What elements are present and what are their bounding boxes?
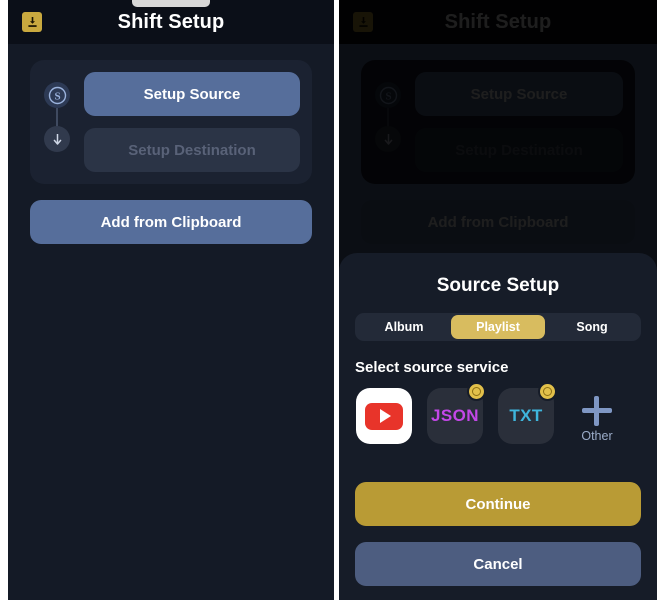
sheet-action-buttons: Continue Cancel: [355, 482, 641, 600]
status-notch: [132, 0, 210, 7]
setup-card: S Setup Source Setup Destination: [30, 60, 312, 184]
add-from-clipboard-button[interactable]: Add from Clipboard: [30, 200, 312, 244]
download-tray-icon[interactable]: [22, 12, 42, 32]
cancel-button[interactable]: Cancel: [355, 542, 641, 586]
select-source-service-label: Select source service: [355, 359, 509, 376]
service-option-youtube[interactable]: [355, 388, 413, 444]
service-picker: JSON TXT Other: [355, 382, 641, 444]
play-triangle-icon: [380, 409, 391, 423]
svg-text:S: S: [54, 90, 60, 102]
segment-song[interactable]: Song: [545, 315, 639, 339]
content-type-segmented-control[interactable]: Album Playlist Song: [355, 313, 641, 341]
source-circle-s-icon: S: [44, 82, 70, 108]
service-option-json[interactable]: JSON: [426, 382, 486, 444]
plus-icon: [582, 396, 612, 426]
other-label: Other: [581, 429, 613, 443]
continue-button[interactable]: Continue: [355, 482, 641, 526]
setup-rail: S: [40, 72, 74, 172]
screenshot-root: Shift Setup S Setup Source Setup Destina…: [0, 0, 660, 600]
youtube-icon: [356, 388, 412, 444]
sheet-title: Source Setup: [436, 275, 560, 296]
arrow-down-circle-icon: [44, 126, 70, 152]
phone-screen-left: Shift Setup S Setup Source Setup Destina…: [8, 0, 334, 600]
segment-playlist[interactable]: Playlist: [451, 315, 545, 339]
screen-content-left: S Setup Source Setup Destination Add fro…: [8, 44, 334, 244]
youtube-play-glyph: [365, 402, 403, 430]
premium-coin-badge: [467, 382, 486, 401]
setup-source-button[interactable]: Setup Source: [84, 72, 300, 116]
service-option-other[interactable]: Other: [568, 388, 626, 443]
service-option-txt[interactable]: TXT: [497, 382, 557, 444]
phone-screen-right: Shift Setup S Setup Source Setup Destina…: [339, 0, 657, 600]
page-title: Shift Setup: [117, 10, 225, 33]
premium-coin-badge: [538, 382, 557, 401]
setup-destination-button[interactable]: Setup Destination: [84, 128, 300, 172]
setup-button-stack: Setup Source Setup Destination: [84, 72, 300, 172]
source-setup-sheet: Source Setup Album Playlist Song Select …: [339, 253, 657, 600]
segment-album[interactable]: Album: [357, 315, 451, 339]
